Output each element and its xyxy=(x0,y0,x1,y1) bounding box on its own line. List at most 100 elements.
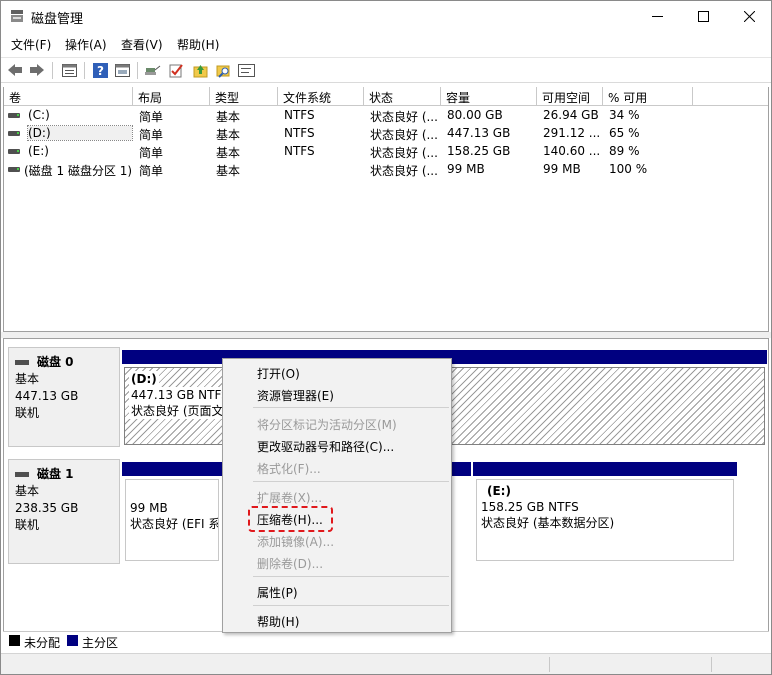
cell-capacity: 99 MB xyxy=(447,162,485,176)
menu-item-help[interactable]: 帮助(H) xyxy=(257,613,299,630)
list-view-button[interactable] xyxy=(60,61,78,79)
primary-swatch xyxy=(67,635,78,646)
menu-item-add-mirror: 添加镜像(A)... xyxy=(257,535,335,549)
disk-icon xyxy=(15,360,29,365)
cell-percent-free: 89 % xyxy=(609,144,640,158)
svg-text:?: ? xyxy=(97,64,104,78)
drive-icon xyxy=(8,167,20,172)
menu-separator xyxy=(253,407,449,408)
partition-efi-body[interactable]: 99 MB 状态良好 (EFI 系 xyxy=(125,479,219,561)
title-bar: 磁盘管理 xyxy=(1,1,771,31)
cell-layout: 简单 xyxy=(139,164,164,178)
toolbar-separator xyxy=(52,62,53,79)
cell-free-space: 291.12 ... xyxy=(543,126,601,140)
cell-volume: (磁盘 1 磁盘分区 1) xyxy=(24,164,133,178)
menu-item-delete-volume: 删除卷(D)... xyxy=(257,557,324,571)
window-title: 磁盘管理 xyxy=(31,12,84,27)
disk-management-app-icon xyxy=(11,10,23,22)
check-button[interactable] xyxy=(167,61,185,79)
column-header-volume[interactable]: 卷 xyxy=(4,87,133,106)
table-row[interactable]: (E:) 简单 基本 NTFS 状态良好 (... 158.25 GB 140.… xyxy=(4,143,768,161)
menu-item-explorer[interactable]: 资源管理器(E) xyxy=(257,387,334,404)
column-header-status[interactable]: 状态 xyxy=(364,87,441,106)
unallocated-swatch xyxy=(9,635,20,646)
menu-item-open[interactable]: 打开(O) xyxy=(257,365,300,382)
close-icon xyxy=(743,10,755,22)
status-separator xyxy=(711,657,712,672)
menu-separator xyxy=(253,576,449,577)
cell-capacity: 80.00 GB xyxy=(447,108,503,122)
menu-view[interactable]: 查看(V) xyxy=(121,36,163,53)
menu-separator xyxy=(253,605,449,606)
status-separator xyxy=(549,657,550,672)
menu-item-mark-active: 将分区标记为活动分区(M) xyxy=(257,418,397,432)
menu-file[interactable]: 文件(F) xyxy=(11,36,51,53)
partition-e-body[interactable]: (E:) 158.25 GB NTFS 状态良好 (基本数据分区) xyxy=(476,479,734,561)
menu-item-format: 格式化(F)... xyxy=(257,462,321,476)
connect-button[interactable] xyxy=(144,61,162,79)
menu-item-change-drive-letter[interactable]: 更改驱动器号和路径(C)... xyxy=(257,438,394,455)
table-row[interactable]: (磁盘 1 磁盘分区 1) 简单 基本 状态良好 (... 99 MB 99 M… xyxy=(4,161,768,179)
search-button[interactable] xyxy=(214,61,232,79)
folder-up-icon xyxy=(193,64,207,77)
column-header-free-space[interactable]: 可用空间 xyxy=(537,87,603,106)
cell-volume: (E:) xyxy=(28,144,49,158)
forward-button[interactable] xyxy=(28,61,46,79)
column-header-filesystem[interactable]: 文件系统 xyxy=(278,87,364,106)
connect-icon xyxy=(145,65,161,75)
context-menu: 打开(O) 资源管理器(E) 将分区标记为活动分区(M) 更改驱动器号和路径(C… xyxy=(222,358,452,633)
help-icon: ? xyxy=(92,62,108,78)
primary-partition-bar xyxy=(473,462,737,476)
cell-free-space: 26.94 GB xyxy=(543,108,599,122)
menu-separator xyxy=(253,481,449,482)
cell-percent-free: 34 % xyxy=(609,108,640,122)
back-arrow-icon xyxy=(8,64,22,76)
cell-filesystem: NTFS xyxy=(284,144,315,158)
disk-1-header[interactable]: 磁盘 1 基本 238.35 GB 联机 xyxy=(8,459,120,564)
disk-0-header[interactable]: 磁盘 0 基本 447.13 GB 联机 xyxy=(8,347,120,447)
toolbar-separator xyxy=(84,62,85,79)
partition-efi[interactable]: 99 MB 状态良好 (EFI 系 xyxy=(122,462,222,564)
partition-status: 状态良好 (页面文 xyxy=(129,403,226,419)
cell-type: 基本 xyxy=(216,146,241,160)
maximize-button[interactable] xyxy=(680,1,726,31)
column-header-capacity[interactable]: 容量 xyxy=(441,87,537,106)
help-button[interactable]: ? xyxy=(91,61,109,79)
table-row[interactable]: (C:) 简单 基本 NTFS 状态良好 (... 80.00 GB 26.94… xyxy=(4,107,768,125)
menu-help[interactable]: 帮助(H) xyxy=(177,36,219,53)
column-header-percent-free[interactable]: % 可用 xyxy=(603,87,693,106)
back-button[interactable] xyxy=(6,61,24,79)
menu-item-extend-volume: 扩展卷(X)... xyxy=(257,491,323,505)
disk-size: 238.35 GB xyxy=(15,501,79,515)
column-header-layout[interactable]: 布局 xyxy=(133,87,210,106)
folder-up-button[interactable] xyxy=(191,61,209,79)
properties-button[interactable] xyxy=(113,61,131,79)
cell-free-space: 99 MB xyxy=(543,162,581,176)
partition-label: (E:) xyxy=(487,484,511,498)
cell-percent-free: 100 % xyxy=(609,162,648,176)
partition-e[interactable]: (E:) 158.25 GB NTFS 状态良好 (基本数据分区) xyxy=(473,462,737,564)
menu-action[interactable]: 操作(A) xyxy=(65,36,107,53)
search-icon xyxy=(216,65,229,78)
cell-percent-free: 65 % xyxy=(609,126,640,140)
cell-layout: 简单 xyxy=(139,146,164,160)
disk-status: 联机 xyxy=(15,406,40,420)
cell-status: 状态良好 (... xyxy=(370,146,438,160)
primary-partition-bar xyxy=(122,462,222,476)
menu-bar: 文件(F) 操作(A) 查看(V) 帮助(H) xyxy=(1,33,771,55)
menu-item-properties[interactable]: 属性(P) xyxy=(257,584,298,601)
minimize-icon xyxy=(651,15,663,17)
cell-status: 状态良好 (... xyxy=(370,164,438,178)
minimize-button[interactable] xyxy=(634,1,680,31)
drive-icon xyxy=(8,149,20,154)
cell-capacity: 158.25 GB xyxy=(447,144,511,158)
partition-size: 447.13 GB NTFS xyxy=(129,387,231,403)
partition-size: 158.25 GB NTFS xyxy=(481,500,579,514)
disk-name: 磁盘 0 xyxy=(37,355,74,369)
settings-button[interactable] xyxy=(237,61,255,79)
close-button[interactable] xyxy=(726,1,772,31)
drive-icon xyxy=(8,131,20,136)
table-row[interactable]: (D:) 简单 基本 NTFS 状态良好 (... 447.13 GB 291.… xyxy=(4,125,768,143)
legend-unallocated: 未分配 xyxy=(24,636,61,650)
column-header-type[interactable]: 类型 xyxy=(210,87,278,106)
